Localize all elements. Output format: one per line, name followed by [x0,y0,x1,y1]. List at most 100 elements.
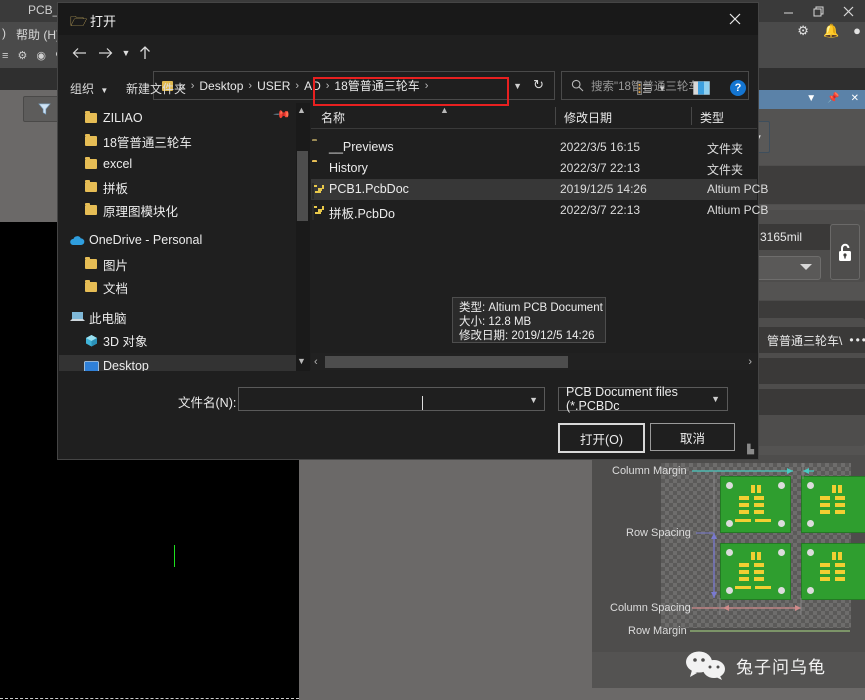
sidebar-item-onedrive[interactable]: OneDrive - Personal [67,229,202,251]
folder-icon [81,257,101,269]
file-name: __Previews [329,140,394,154]
view-options-button[interactable]: ▼ [637,79,666,97]
wechat-icon [686,651,725,680]
dialog-footer: 文件名(N): ▼ PCB Document files (*.PCBDc ▼ … [58,383,758,458]
sidebar-scrollbar[interactable] [296,103,310,371]
dialog-nav-bar: ▼ « › Desktop › USER › AD › 18管普通三轮车 › ▼… [58,35,758,100]
pcb-selection-dashed-edge [0,698,299,699]
desktop-icon [81,360,101,371]
panel-path-more-icon[interactable]: ••• [849,333,865,347]
close-icon [729,13,741,25]
filetype-combo[interactable]: PCB Document files (*.PCBDc ▼ [558,385,728,413]
column-divider[interactable] [691,107,692,125]
column-header-name[interactable]: 名称 [321,109,345,126]
tooltip-type: 类型: Altium PCB Document [459,302,603,314]
this-pc-icon [67,311,87,323]
bell-icon[interactable]: 🔔 [823,24,839,37]
preview-label-row-margin: Row Margin [628,625,687,637]
file-type: 文件夹 [707,142,744,156]
window-controls [773,0,863,22]
chevron-right-icon[interactable]: › [748,356,752,368]
panel-lock-button[interactable] [830,224,860,280]
table-row[interactable]: PCB1.PcbDoc 2019/12/5 14:26 Altium PCB [311,179,768,200]
pin-icon[interactable]: 📌 [272,105,291,124]
pcb-green-marker [174,545,175,567]
column-header-type[interactable]: 类型 [700,109,724,126]
chevron-down-icon: ▼ [658,83,666,93]
menu-item-help[interactable]: 帮助 (H) [16,26,60,43]
navigation-sidebar[interactable]: ZILIAO 18管普通三轮车 excel 拼板 原理图模块化 OneDrive… [59,103,296,371]
file-type: Altium PCB [707,182,769,196]
preview-pane-button[interactable] [693,79,710,97]
sidebar-item-pinban[interactable]: 拼板 [81,176,128,198]
dialog-body: ZILIAO 18管普通三轮车 excel 拼板 原理图模块化 OneDrive… [58,103,768,383]
cancel-button[interactable]: 取消 [650,423,735,451]
sidebar-item-label: 文档 [103,281,129,296]
wechat-watermark: 兔子问乌龟 [684,650,826,680]
up-button[interactable] [134,43,156,63]
panel-size-value[interactable]: 3165mil [752,224,832,250]
sidebar-item-label: excel [103,157,133,171]
close-icon[interactable] [833,0,863,22]
chevron-down-icon: ▼ [100,86,109,95]
app-header-icons: ⚙ 🔔 ● [797,24,861,37]
sidebar-item-yuanlitu[interactable]: 原理图模块化 [81,199,178,221]
menu-paren: ) [2,26,6,40]
sidebar-item-documents[interactable]: 文档 [81,276,128,298]
sort-asc-icon: ▲ [440,105,449,115]
dialog-close-button[interactable] [712,3,758,35]
pin-icon[interactable]: 📌 [827,92,839,105]
pcbdoc-icon [312,204,324,220]
sidebar-item-label: 此电脑 [89,311,127,326]
sidebar-item-desktop[interactable]: Desktop [81,355,149,371]
file-date: 2022/3/5 16:15 [560,140,641,154]
resize-grip-icon[interactable]: ▙ [747,444,754,455]
forward-button[interactable] [94,43,116,63]
sidebar-item-ziliao[interactable]: ZILIAO [81,107,143,129]
table-row[interactable]: History 2022/3/7 22:13 文件夹 [311,158,757,179]
new-folder-button[interactable]: 新建文件夹 [126,80,186,97]
column-divider[interactable] [555,107,556,125]
table-row[interactable]: 拼板.PcbDo 2022/3/7 22:13 Altium PCB [311,200,768,221]
text-caret [422,396,423,410]
file-type: 文件夹 [707,163,744,177]
sidebar-item-3d-objects[interactable]: 3D 对象 [81,329,147,351]
arrow-right-icon [98,48,112,58]
open-button[interactable]: 打开(O) [558,423,645,453]
3d-objects-icon [81,334,101,347]
table-row[interactable]: __Previews 2022/3/5 16:15 文件夹 [311,137,757,158]
chevron-down-icon[interactable]: ▼ [297,356,306,366]
folder-icon [81,280,101,292]
filter-icon [38,103,51,115]
sidebar-item-pictures[interactable]: 图片 [81,253,128,275]
filename-input[interactable]: ▼ [238,387,545,411]
unlock-icon [839,243,851,261]
hscroll-thumb[interactable] [325,356,568,368]
chevron-up-icon[interactable]: ▲ [297,105,306,115]
close-icon[interactable]: ✕ [851,92,859,105]
sidebar-item-label: Desktop [103,359,149,371]
chevron-left-icon[interactable]: ‹ [314,356,318,368]
help-button[interactable]: ? [730,80,746,96]
account-icon[interactable]: ● [853,24,861,37]
chevron-down-icon [800,264,812,270]
sidebar-item-18guan[interactable]: 18管普通三轮车 [81,130,192,152]
sidebar-item-label: 图片 [103,258,129,273]
sidebar-item-excel[interactable]: excel [81,153,132,175]
back-button[interactable] [68,43,90,63]
sidebar-scroll-thumb[interactable] [297,151,308,221]
chevron-down-icon[interactable]: ▼ [806,92,816,105]
sidebar-item-label: 18管普通三轮车 [103,135,192,150]
column-header-date[interactable]: 修改日期 [564,109,612,126]
filename-label: 文件名(N): [178,396,237,410]
pcb-canvas-black-lower[interactable] [0,552,299,700]
sidebar-item-this-pc[interactable]: 此电脑 [67,306,127,328]
gear-icon[interactable]: ⚙ [797,24,809,37]
organize-button[interactable]: 组织 ▼ [70,80,108,97]
file-type: Altium PCB [707,203,769,217]
minimize-icon[interactable] [773,0,803,22]
restore-icon[interactable] [803,0,833,22]
open-file-dialog: 🗁 打开 ▼ « › Desktop › USER › AD › 18管普通三轮… [57,2,768,460]
chevron-down-icon[interactable]: ▼ [529,395,538,405]
preview-label-row-spacing: Row Spacing [626,527,691,539]
